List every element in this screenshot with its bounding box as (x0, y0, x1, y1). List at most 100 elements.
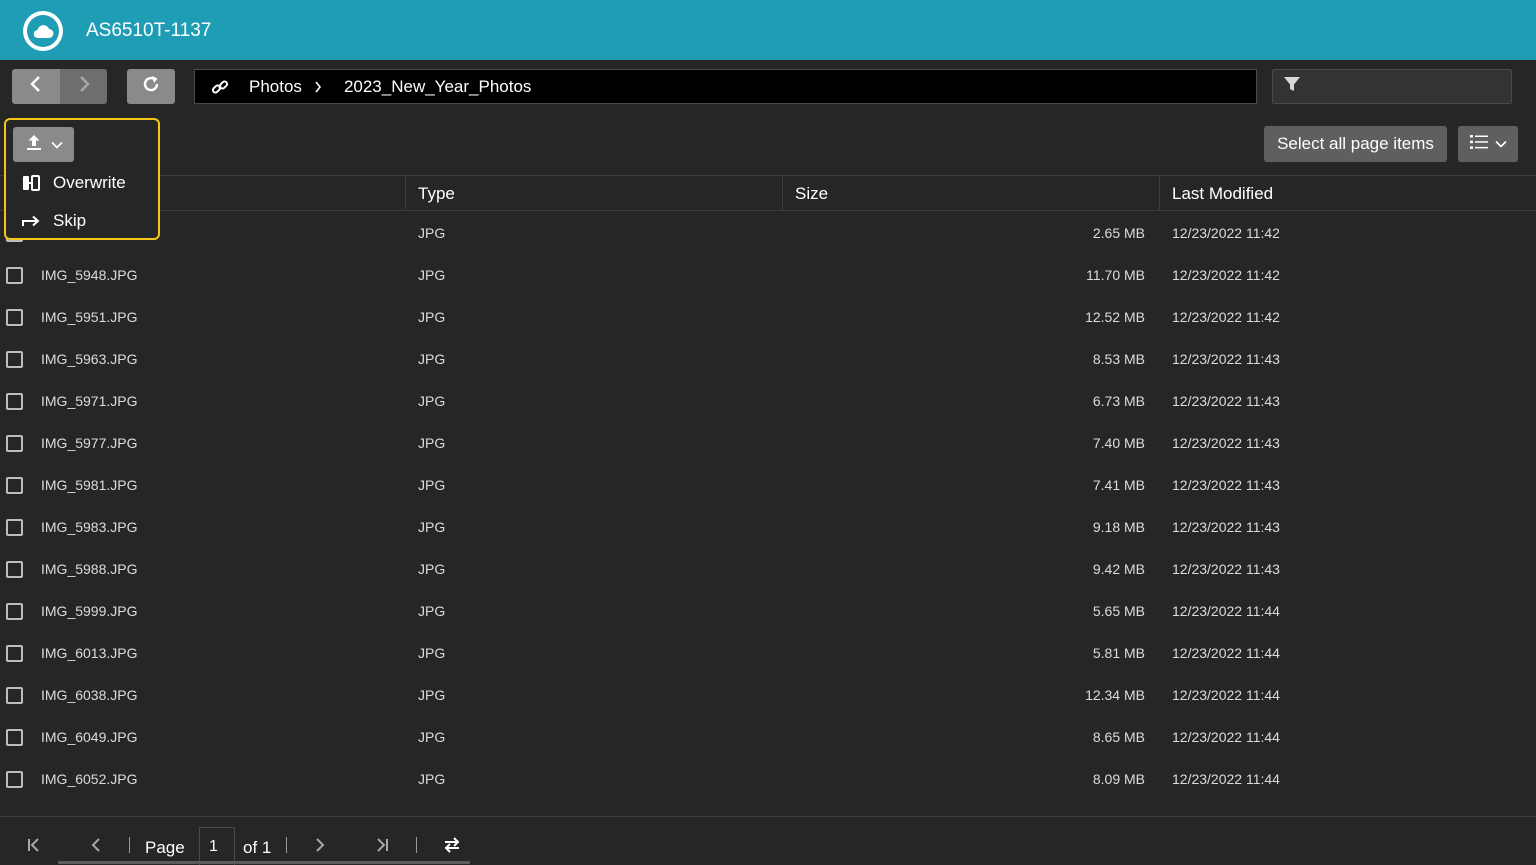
row-checkbox[interactable] (6, 351, 23, 368)
row-checkbox[interactable] (6, 603, 23, 620)
file-modified: 12/23/2022 11:43 (1172, 561, 1280, 577)
chevron-left-icon (29, 75, 43, 98)
table-row[interactable]: IMG_5971.JPG JPG 6.73 MB 12/23/2022 11:43 (0, 380, 1536, 422)
file-name[interactable]: IMG_5999.JPG (41, 603, 138, 619)
pagination-bar: Page of 1 (0, 816, 1536, 865)
menu-item-overwrite[interactable]: Overwrite (21, 170, 126, 196)
sync-icon[interactable] (440, 833, 464, 857)
back-button[interactable] (12, 69, 60, 104)
table-row[interactable]: IMG_6038.JPG JPG 12.34 MB 12/23/2022 11:44 (0, 674, 1536, 716)
file-type: JPG (418, 225, 446, 241)
row-checkbox[interactable] (6, 561, 23, 578)
file-name[interactable]: IMG_5988.JPG (41, 561, 138, 577)
file-size: 5.65 MB (1092, 603, 1145, 619)
file-size: 9.18 MB (1092, 519, 1145, 535)
file-type: JPG (418, 435, 446, 451)
chevron-right-icon (314, 81, 322, 93)
file-name[interactable]: IMG_5951.JPG (41, 309, 138, 325)
file-modified: 12/23/2022 11:44 (1172, 771, 1280, 787)
row-checkbox[interactable] (6, 267, 23, 284)
breadcrumb-item-photos[interactable]: Photos (249, 77, 302, 97)
table-row[interactable]: IMG_5983.JPG JPG 9.18 MB 12/23/2022 11:43 (0, 506, 1536, 548)
title-bar: AS6510T-1137 (0, 0, 1536, 60)
column-header-type[interactable]: Type (405, 176, 782, 211)
menu-item-label: Overwrite (53, 173, 126, 192)
row-checkbox[interactable] (6, 435, 23, 452)
file-modified: 12/23/2022 11:44 (1172, 645, 1280, 661)
filter-icon (1283, 75, 1301, 98)
row-checkbox[interactable] (6, 309, 23, 326)
menu-item-label: Skip (53, 211, 87, 230)
app-title: AS6510T-1137 (86, 20, 212, 41)
table-row[interactable]: IMG_5977.JPG JPG 7.40 MB 12/23/2022 11:43 (0, 422, 1536, 464)
table-row[interactable]: IMG_5951.JPG JPG 12.52 MB 12/23/2022 11:42 (0, 296, 1536, 338)
filter-input[interactable] (1309, 78, 1509, 95)
file-size: 9.42 MB (1092, 561, 1145, 577)
table-row[interactable]: IMG_5988.JPG JPG 9.42 MB 12/23/2022 11:43 (0, 548, 1536, 590)
skip-arrow-icon (21, 211, 41, 231)
filter-field[interactable] (1272, 69, 1512, 104)
upload-button[interactable] (13, 127, 74, 162)
refresh-button[interactable] (127, 69, 175, 104)
divider (416, 837, 417, 853)
table-row[interactable]: IMG_6052.JPG JPG 8.09 MB 12/23/2022 11:44 (0, 758, 1536, 800)
file-name[interactable]: IMG_6038.JPG (41, 687, 138, 703)
menu-item-skip[interactable]: Skip (21, 208, 86, 234)
file-size: 6.73 MB (1092, 393, 1145, 409)
file-type: JPG (418, 687, 446, 703)
table-row[interactable]: IMG_5999.JPG JPG 5.65 MB 12/23/2022 11:44 (0, 590, 1536, 632)
forward-button[interactable] (60, 69, 107, 104)
row-checkbox[interactable] (6, 687, 23, 704)
file-name[interactable]: IMG_6052.JPG (41, 771, 138, 787)
select-all-page-items-button[interactable]: Select all page items (1264, 126, 1447, 162)
chevron-down-icon (50, 136, 63, 154)
file-name[interactable]: IMG_5977.JPG (41, 435, 138, 451)
file-type: JPG (418, 393, 446, 409)
page-count-label: of 1 (243, 838, 272, 857)
file-name[interactable]: IMG_5948.JPG (41, 267, 138, 283)
file-name[interactable]: IMG_6049.JPG (41, 729, 138, 745)
table-row[interactable]: JPG 2.65 MB 12/23/2022 11:42 (0, 212, 1536, 254)
row-checkbox[interactable] (6, 477, 23, 494)
file-list: JPG 2.65 MB 12/23/2022 11:42 IMG_5948.JPG J… (0, 212, 1536, 800)
file-name[interactable]: IMG_5983.JPG (41, 519, 138, 535)
file-name[interactable]: IMG_5981.JPG (41, 477, 138, 493)
file-size: 7.40 MB (1092, 435, 1145, 451)
file-modified: 12/23/2022 11:43 (1172, 435, 1280, 451)
row-checkbox[interactable] (6, 771, 23, 788)
row-checkbox[interactable] (6, 645, 23, 662)
column-header-last-modified[interactable]: Last Modified (1159, 176, 1536, 211)
file-name[interactable]: IMG_6013.JPG (41, 645, 138, 661)
file-name[interactable]: IMG_5971.JPG (41, 393, 138, 409)
table-row[interactable]: IMG_5981.JPG JPG 7.41 MB 12/23/2022 11:43 (0, 464, 1536, 506)
prev-page-icon[interactable] (84, 833, 108, 857)
table-header: Type Size Last Modified (0, 175, 1536, 211)
row-checkbox[interactable] (6, 393, 23, 410)
file-type: JPG (418, 309, 446, 325)
last-page-icon[interactable] (370, 833, 394, 857)
view-mode-button[interactable] (1458, 126, 1518, 162)
row-checkbox[interactable] (6, 729, 23, 746)
file-type: JPG (418, 603, 446, 619)
chevron-right-icon (77, 75, 91, 98)
file-type: JPG (418, 729, 446, 745)
table-row[interactable]: IMG_6049.JPG JPG 8.65 MB 12/23/2022 11:44 (0, 716, 1536, 758)
file-name[interactable]: IMG_5963.JPG (41, 351, 138, 367)
link-icon[interactable] (211, 77, 231, 97)
file-size: 8.53 MB (1092, 351, 1145, 367)
page-label: Page (145, 838, 185, 857)
divider (129, 837, 130, 853)
file-type: JPG (418, 351, 446, 367)
page-number-input[interactable] (199, 827, 235, 865)
next-page-icon[interactable] (308, 833, 332, 857)
first-page-icon[interactable] (22, 833, 46, 857)
file-modified: 12/23/2022 11:44 (1172, 603, 1280, 619)
row-checkbox[interactable] (6, 519, 23, 536)
column-header-size[interactable]: Size (782, 176, 1159, 211)
breadcrumb-item-current[interactable]: 2023_New_Year_Photos (344, 77, 531, 97)
cloud-icon[interactable] (23, 11, 63, 51)
table-row[interactable]: IMG_5963.JPG JPG 8.53 MB 12/23/2022 11:43 (0, 338, 1536, 380)
file-size: 11.70 MB (1086, 267, 1145, 283)
table-row[interactable]: IMG_6013.JPG JPG 5.81 MB 12/23/2022 11:44 (0, 632, 1536, 674)
table-row[interactable]: IMG_5948.JPG JPG 11.70 MB 12/23/2022 11:42 (0, 254, 1536, 296)
